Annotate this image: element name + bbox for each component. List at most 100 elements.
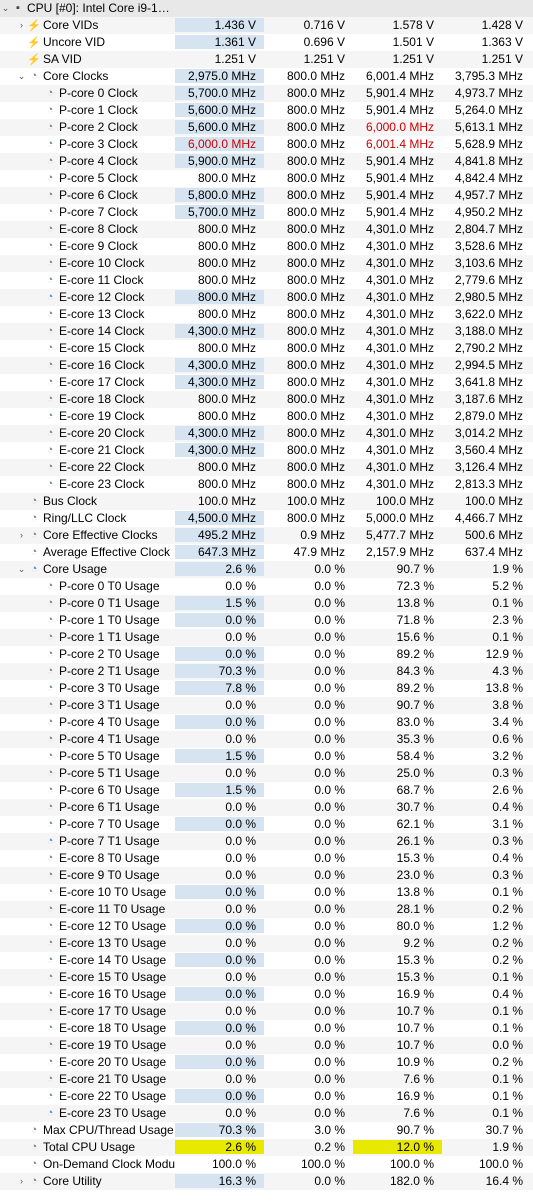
sensor-row[interactable]: E-core 13 T0 Usage0.0 %0.0 %9.2 %0.2 % (0, 935, 533, 952)
sensor-row[interactable]: E-core 10 T0 Usage0.0 %0.0 %13.8 %0.1 % (0, 884, 533, 901)
row-label-cell[interactable]: P-core 7 T0 Usage (0, 817, 175, 831)
sensor-row[interactable]: E-core 20 T0 Usage0.0 %0.0 %10.9 %0.2 % (0, 1054, 533, 1071)
row-label-cell[interactable]: E-core 14 T0 Usage (0, 953, 175, 967)
sensor-row[interactable]: E-core 15 Clock800.0 MHz800.0 MHz4,301.0… (0, 340, 533, 357)
row-label-cell[interactable]: P-core 2 T0 Usage (0, 647, 175, 661)
tree-toggle-icon[interactable]: › (16, 20, 27, 31)
row-label-cell[interactable]: E-core 16 T0 Usage (0, 987, 175, 1001)
row-label-cell[interactable]: P-core 1 Clock (0, 103, 175, 117)
row-label-cell[interactable]: Max CPU/Thread Usage (0, 1123, 175, 1137)
sensor-row[interactable]: E-core 20 Clock4,300.0 MHz800.0 MHz4,301… (0, 425, 533, 442)
sensor-row[interactable]: P-core 3 T0 Usage7.8 %0.0 %89.2 %13.8 % (0, 680, 533, 697)
sensor-row[interactable]: P-core 7 T1 Usage0.0 %0.0 %26.1 %0.3 % (0, 833, 533, 850)
tree-toggle-icon[interactable]: › (16, 530, 27, 541)
sensor-row[interactable]: P-core 1 T1 Usage0.0 %0.0 %15.6 %0.1 % (0, 629, 533, 646)
sensor-tree[interactable]: ⌄CPU [#0]: Intel Core i9-1…›Core VIDs1.4… (0, 0, 533, 1190)
tree-toggle-icon[interactable]: › (16, 1176, 27, 1187)
sensor-row[interactable]: P-core 5 T1 Usage0.0 %0.0 %25.0 %0.3 % (0, 765, 533, 782)
row-label-cell[interactable]: E-core 22 Clock (0, 460, 175, 474)
sensor-row[interactable]: ›Core VIDs1.436 V0.716 V1.578 V1.428 V (0, 17, 533, 34)
sensor-row[interactable]: P-core 6 T0 Usage1.5 %0.0 %68.7 %2.6 % (0, 782, 533, 799)
row-label-cell[interactable]: E-core 16 Clock (0, 358, 175, 372)
row-label-cell[interactable]: E-core 10 Clock (0, 256, 175, 270)
sensor-row[interactable]: P-core 4 T1 Usage0.0 %0.0 %35.3 %0.6 % (0, 731, 533, 748)
row-label-cell[interactable]: P-core 5 T0 Usage (0, 749, 175, 763)
row-label-cell[interactable]: P-core 5 T1 Usage (0, 766, 175, 780)
tree-toggle-icon[interactable]: ⌄ (16, 564, 27, 575)
sensor-row[interactable]: E-core 23 T0 Usage0.0 %0.0 %7.6 %0.1 % (0, 1105, 533, 1122)
sensor-row[interactable]: P-core 0 T0 Usage0.0 %0.0 %72.3 %5.2 % (0, 578, 533, 595)
row-label-cell[interactable]: E-core 14 Clock (0, 324, 175, 338)
sensor-row[interactable]: E-core 21 T0 Usage0.0 %0.0 %7.6 %0.1 % (0, 1071, 533, 1088)
sensor-row[interactable]: E-core 15 T0 Usage0.0 %0.0 %15.3 %0.1 % (0, 969, 533, 986)
row-label-cell[interactable]: E-core 8 T0 Usage (0, 851, 175, 865)
tree-toggle-icon[interactable]: ⌄ (0, 3, 11, 14)
sensor-row[interactable]: E-core 9 Clock800.0 MHz800.0 MHz4,301.0 … (0, 238, 533, 255)
sensor-row[interactable]: E-core 13 Clock800.0 MHz800.0 MHz4,301.0… (0, 306, 533, 323)
row-label-cell[interactable]: E-core 10 T0 Usage (0, 885, 175, 899)
sensor-row[interactable]: P-core 3 T1 Usage0.0 %0.0 %90.7 %3.8 % (0, 697, 533, 714)
sensor-row[interactable]: E-core 19 Clock800.0 MHz800.0 MHz4,301.0… (0, 408, 533, 425)
tree-toggle-icon[interactable]: ⌄ (16, 71, 27, 82)
row-label-cell[interactable]: E-core 8 Clock (0, 222, 175, 236)
row-label-cell[interactable]: P-core 6 Clock (0, 188, 175, 202)
sensor-row[interactable]: E-core 14 T0 Usage0.0 %0.0 %15.3 %0.2 % (0, 952, 533, 969)
sensor-row[interactable]: P-core 0 Clock5,700.0 MHz800.0 MHz5,901.… (0, 85, 533, 102)
row-label-cell[interactable]: E-core 18 Clock (0, 392, 175, 406)
row-label-cell[interactable]: E-core 18 T0 Usage (0, 1021, 175, 1035)
row-label-cell[interactable]: SA VID (0, 52, 175, 66)
row-label-cell[interactable]: E-core 21 T0 Usage (0, 1072, 175, 1086)
row-label-cell[interactable]: E-core 15 T0 Usage (0, 970, 175, 984)
sensor-row[interactable]: E-core 16 T0 Usage0.0 %0.0 %16.9 %0.4 % (0, 986, 533, 1003)
sensor-row[interactable]: Uncore VID1.361 V0.696 V1.501 V1.363 V (0, 34, 533, 51)
row-label-cell[interactable]: P-core 3 Clock (0, 137, 175, 151)
row-label-cell[interactable]: P-core 0 T1 Usage (0, 596, 175, 610)
row-label-cell[interactable]: ›Core Utility (0, 1174, 175, 1188)
row-label-cell[interactable]: P-core 3 T1 Usage (0, 698, 175, 712)
sensor-row[interactable]: E-core 16 Clock4,300.0 MHz800.0 MHz4,301… (0, 357, 533, 374)
row-label-cell[interactable]: P-core 0 Clock (0, 86, 175, 100)
row-label-cell[interactable]: E-core 22 T0 Usage (0, 1089, 175, 1103)
sensor-row[interactable]: P-core 2 T0 Usage0.0 %0.0 %89.2 %12.9 % (0, 646, 533, 663)
sensor-row[interactable]: Ring/LLC Clock4,500.0 MHz800.0 MHz5,000.… (0, 510, 533, 527)
sensor-row[interactable]: P-core 0 T1 Usage1.5 %0.0 %13.8 %0.1 % (0, 595, 533, 612)
row-label-cell[interactable]: ⌄Core Clocks (0, 69, 175, 83)
row-label-cell[interactable]: E-core 9 Clock (0, 239, 175, 253)
sensor-row[interactable]: On-Demand Clock Modul…100.0 %100.0 %100.… (0, 1156, 533, 1173)
row-label-cell[interactable]: P-core 3 T0 Usage (0, 681, 175, 695)
row-label-cell[interactable]: E-core 13 Clock (0, 307, 175, 321)
row-label-cell[interactable]: E-core 20 Clock (0, 426, 175, 440)
row-label-cell[interactable]: P-core 2 Clock (0, 120, 175, 134)
row-label-cell[interactable]: ›Core Effective Clocks (0, 528, 175, 542)
sensor-row[interactable]: Max CPU/Thread Usage70.3 %3.0 %90.7 %30.… (0, 1122, 533, 1139)
sensor-row[interactable]: P-core 1 Clock5,600.0 MHz800.0 MHz5,901.… (0, 102, 533, 119)
sensor-row[interactable]: P-core 4 Clock5,900.0 MHz800.0 MHz5,901.… (0, 153, 533, 170)
sensor-row[interactable]: Bus Clock100.0 MHz100.0 MHz100.0 MHz100.… (0, 493, 533, 510)
sensor-row[interactable]: P-core 5 Clock800.0 MHz800.0 MHz5,901.4 … (0, 170, 533, 187)
sensor-row[interactable]: E-core 17 Clock4,300.0 MHz800.0 MHz4,301… (0, 374, 533, 391)
sensor-row[interactable]: P-core 1 T0 Usage0.0 %0.0 %71.8 %2.3 % (0, 612, 533, 629)
row-label-cell[interactable]: E-core 19 T0 Usage (0, 1038, 175, 1052)
sensor-row[interactable]: E-core 19 T0 Usage0.0 %0.0 %10.7 %0.0 % (0, 1037, 533, 1054)
sensor-row[interactable]: E-core 23 Clock800.0 MHz800.0 MHz4,301.0… (0, 476, 533, 493)
sensor-row[interactable]: ›Core Effective Clocks495.2 MHz0.9 MHz5,… (0, 527, 533, 544)
row-label-cell[interactable]: Average Effective Clock (0, 545, 175, 559)
row-label-cell[interactable]: P-core 2 T1 Usage (0, 664, 175, 678)
sensor-row[interactable]: P-core 7 Clock5,700.0 MHz800.0 MHz5,901.… (0, 204, 533, 221)
row-label-cell[interactable]: E-core 23 Clock (0, 477, 175, 491)
sensor-row[interactable]: E-core 9 T0 Usage0.0 %0.0 %23.0 %0.3 % (0, 867, 533, 884)
row-label-cell[interactable]: P-core 0 T0 Usage (0, 579, 175, 593)
row-label-cell[interactable]: P-core 1 T0 Usage (0, 613, 175, 627)
sensor-row[interactable]: E-core 8 T0 Usage0.0 %0.0 %15.3 %0.4 % (0, 850, 533, 867)
sensor-row[interactable]: E-core 14 Clock4,300.0 MHz800.0 MHz4,301… (0, 323, 533, 340)
sensor-row[interactable]: E-core 11 Clock800.0 MHz800.0 MHz4,301.0… (0, 272, 533, 289)
row-label-cell[interactable]: E-core 15 Clock (0, 341, 175, 355)
row-label-cell[interactable]: P-core 4 T0 Usage (0, 715, 175, 729)
sensor-row[interactable]: P-core 2 T1 Usage70.3 %0.0 %84.3 %4.3 % (0, 663, 533, 680)
sensor-row[interactable]: P-core 7 T0 Usage0.0 %0.0 %62.1 %3.1 % (0, 816, 533, 833)
row-label-cell[interactable]: P-core 4 Clock (0, 154, 175, 168)
sensor-row[interactable]: ›Core Utility16.3 %0.0 %182.0 %16.4 % (0, 1173, 533, 1190)
sensor-row[interactable]: E-core 10 Clock800.0 MHz800.0 MHz4,301.0… (0, 255, 533, 272)
row-label-cell[interactable]: E-core 9 T0 Usage (0, 868, 175, 882)
sensor-row[interactable]: SA VID1.251 V1.251 V1.251 V1.251 V (0, 51, 533, 68)
